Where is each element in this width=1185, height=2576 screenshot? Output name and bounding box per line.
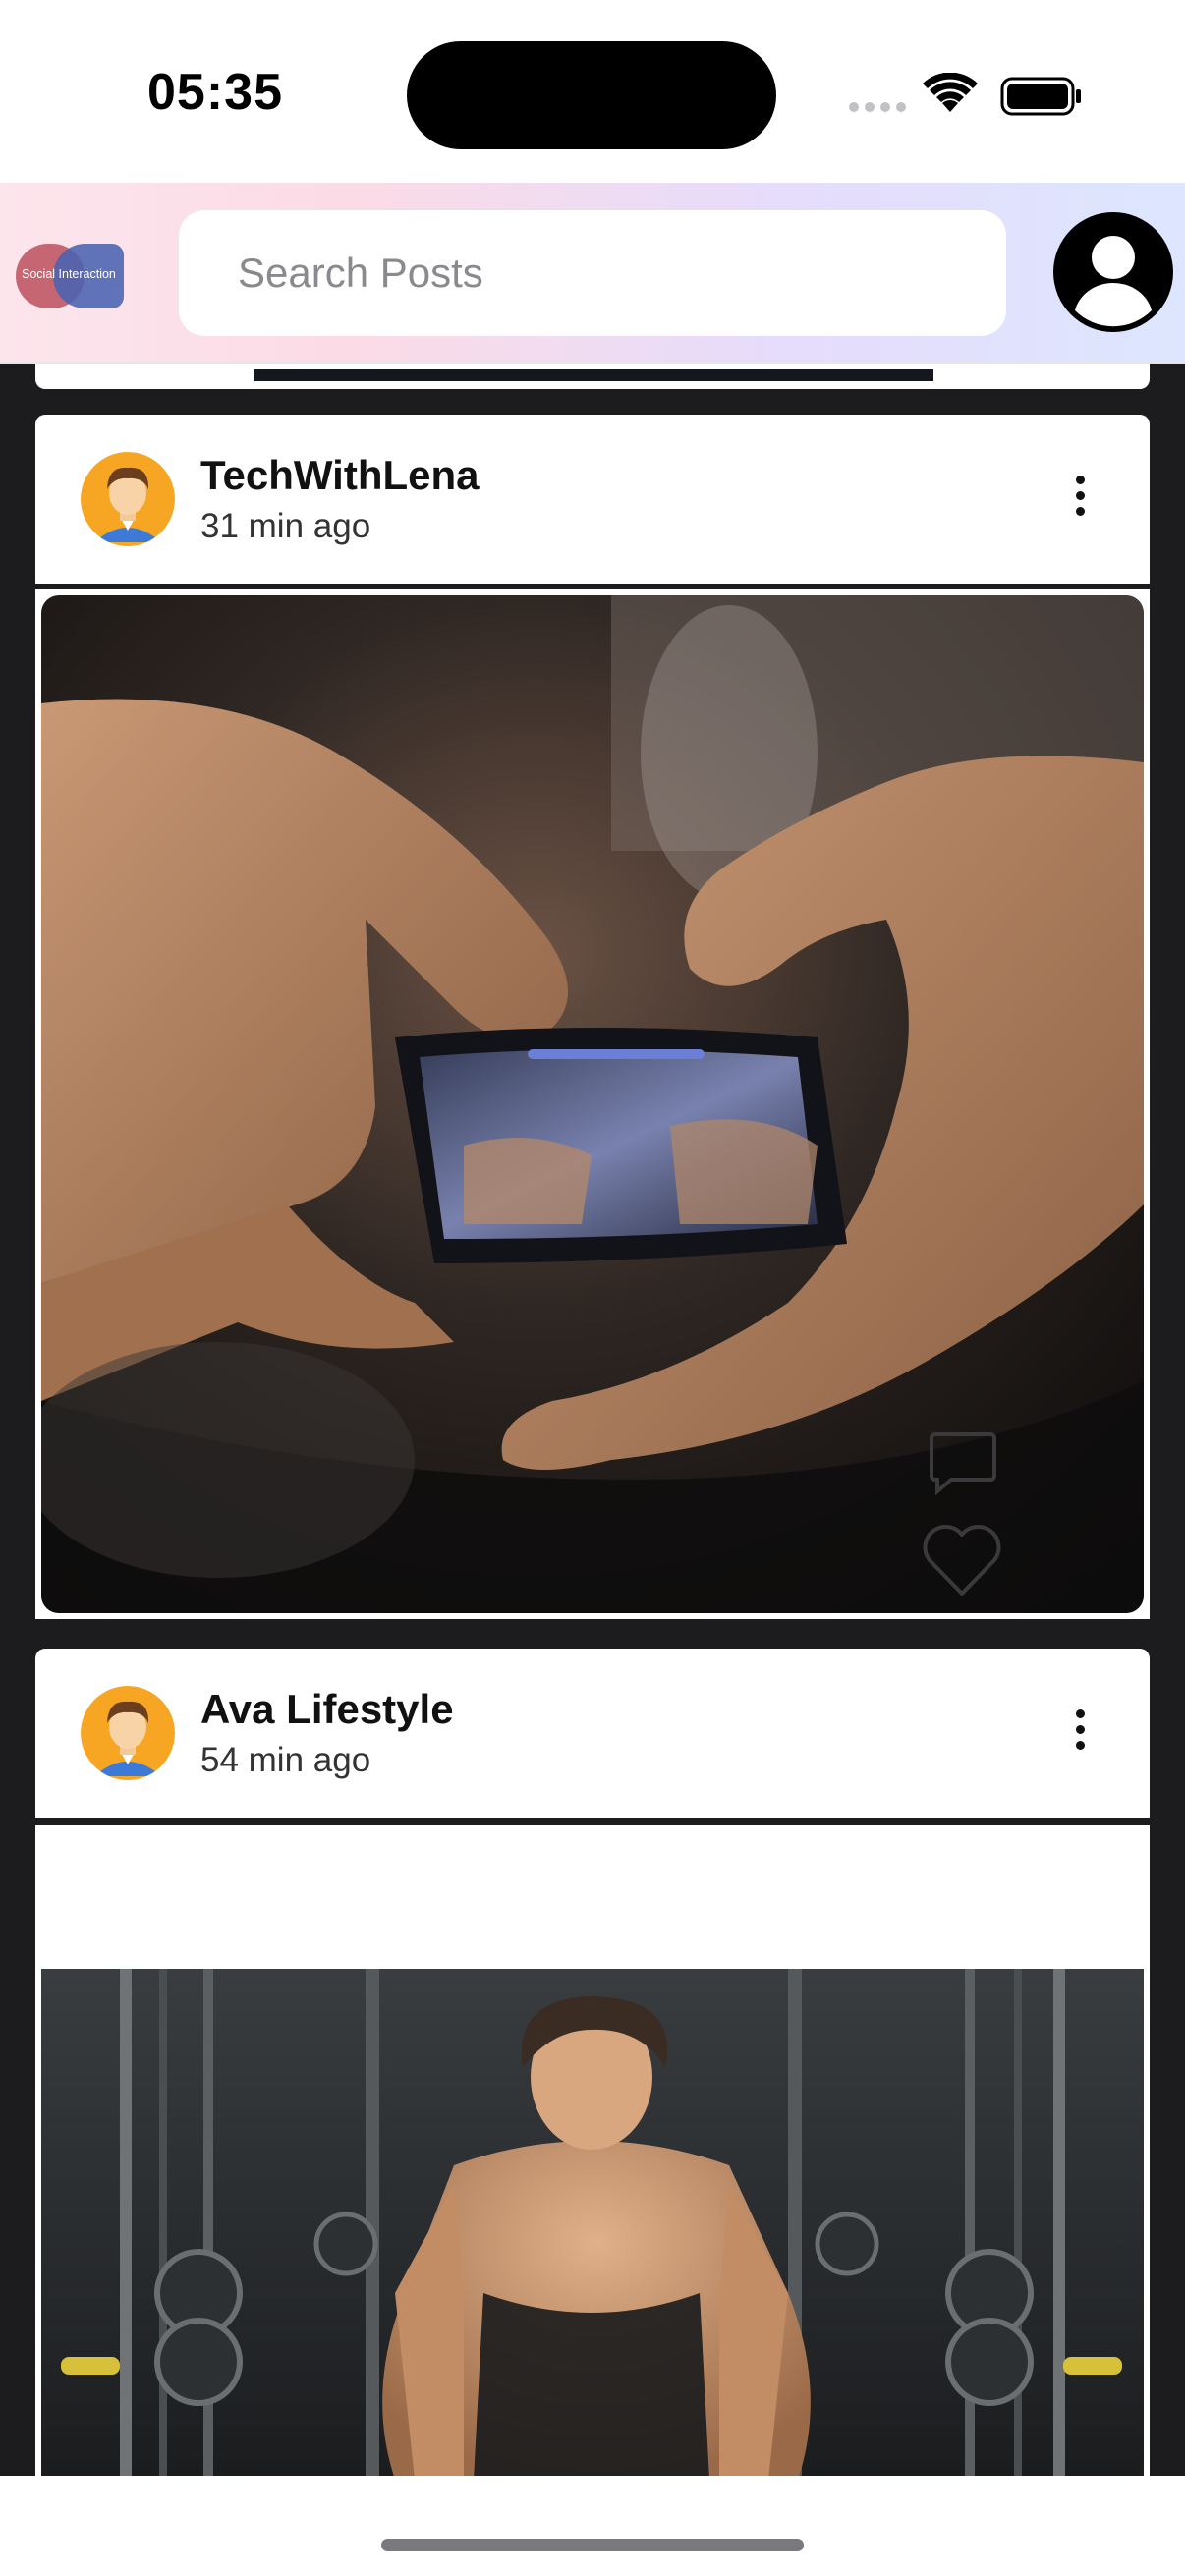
post-header: TechWithLena 31 min ago bbox=[35, 415, 1150, 584]
post-media bbox=[35, 1825, 1150, 2476]
post-username[interactable]: Ava Lifestyle bbox=[200, 1686, 454, 1733]
home-indicator[interactable] bbox=[381, 2539, 804, 2551]
signal-dots-icon bbox=[849, 102, 906, 112]
profile-button[interactable] bbox=[1053, 212, 1173, 332]
post-header: Ava Lifestyle 54 min ago bbox=[35, 1649, 1150, 1818]
wifi-icon bbox=[923, 73, 978, 112]
status-time: 05:35 bbox=[147, 64, 283, 121]
dynamic-island bbox=[407, 41, 776, 149]
logo-text: Social Interaction bbox=[22, 267, 116, 281]
home-indicator-area bbox=[0, 2476, 1185, 2576]
previous-post-bottom bbox=[35, 364, 1150, 389]
search-bar[interactable] bbox=[179, 210, 1006, 336]
app-header: Social Interaction bbox=[0, 183, 1185, 364]
avatar-icon[interactable] bbox=[81, 452, 175, 546]
avatar-icon[interactable] bbox=[81, 1686, 175, 1780]
post-timestamp: 54 min ago bbox=[200, 1741, 371, 1779]
more-options-icon[interactable] bbox=[1065, 470, 1095, 534]
comment-icon[interactable] bbox=[928, 1430, 998, 1495]
status-bar: 05:35 bbox=[0, 0, 1185, 183]
post-media bbox=[35, 589, 1150, 1619]
photo-gym-man[interactable] bbox=[41, 1969, 1144, 2476]
search-input[interactable] bbox=[238, 244, 965, 303]
post-feed[interactable]: TechWithLena 31 min ago Ava Lifestyle 54… bbox=[0, 364, 1185, 2476]
heart-icon[interactable] bbox=[920, 1521, 1004, 1599]
battery-icon bbox=[1000, 77, 1081, 116]
person-icon bbox=[1056, 215, 1170, 329]
post-timestamp: 31 min ago bbox=[200, 507, 371, 545]
post-username[interactable]: TechWithLena bbox=[200, 452, 480, 499]
app-logo[interactable]: Social Interaction bbox=[16, 240, 126, 312]
more-options-icon[interactable] bbox=[1065, 1704, 1095, 1768]
